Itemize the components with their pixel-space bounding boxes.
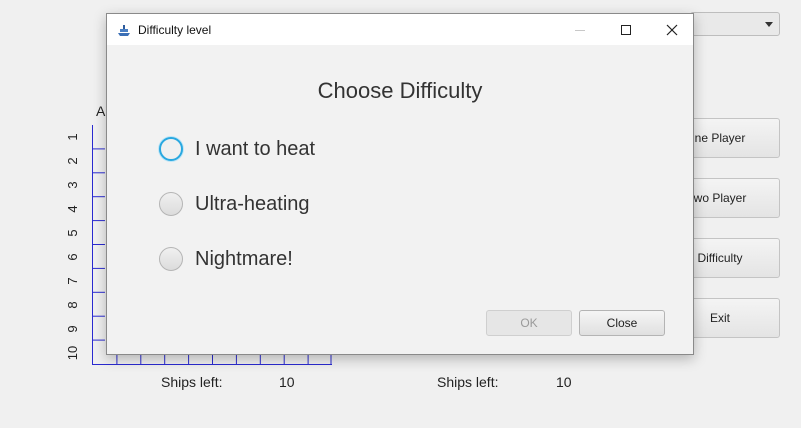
close-icon: [666, 24, 678, 35]
row-label: 4: [64, 205, 80, 213]
row-label: 2: [64, 157, 80, 165]
player-ships-left-label: Ships left:: [161, 374, 223, 390]
ok-button: OK: [486, 310, 572, 336]
row-label: 1: [64, 133, 80, 141]
radio-button[interactable]: [159, 137, 183, 161]
close-button[interactable]: Close: [579, 310, 665, 336]
row-label: 5: [64, 229, 80, 237]
dialog-heading: Choose Difficulty: [317, 78, 483, 103]
grid-row-labels: 1 2 3 4 5 6 7 8 9 10: [62, 125, 82, 365]
enemy-ships-left-count: 10: [556, 374, 572, 390]
maximize-icon: [621, 24, 631, 35]
radio-label[interactable]: Ultra-heating: [195, 193, 310, 216]
maximize-button[interactable]: [603, 14, 649, 45]
row-label: 3: [64, 181, 80, 189]
dialog-titlebar[interactable]: Difficulty level: [107, 14, 693, 45]
difficulty-dialog: Difficulty level Choose Difficulty I wan…: [106, 13, 694, 355]
difficulty-option-nightmare[interactable]: Nightmare!: [159, 244, 293, 274]
java-app-icon: [118, 24, 130, 36]
difficulty-option-ultra[interactable]: Ultra-heating: [159, 189, 310, 219]
row-label: 8: [64, 301, 80, 309]
row-label: 6: [64, 253, 80, 261]
radio-button[interactable]: [159, 247, 183, 271]
difficulty-option-heat[interactable]: I want to heat: [159, 134, 315, 164]
mode-combobox[interactable]: [690, 12, 780, 36]
radio-button[interactable]: [159, 192, 183, 216]
row-label: 7: [64, 277, 80, 285]
chevron-down-icon: [765, 22, 773, 27]
minimize-icon: [575, 29, 585, 31]
dialog-title: Difficulty level: [138, 22, 212, 37]
radio-label[interactable]: Nightmare!: [195, 248, 293, 271]
window-close-button[interactable]: [649, 14, 695, 45]
row-label: 9: [64, 325, 80, 333]
row-label: 10: [64, 345, 80, 361]
player-ships-left-count: 10: [279, 374, 295, 390]
grid-column-label: A: [96, 103, 106, 119]
radio-label[interactable]: I want to heat: [195, 138, 315, 161]
enemy-ships-left-label: Ships left:: [437, 374, 499, 390]
minimize-button: [557, 14, 603, 45]
